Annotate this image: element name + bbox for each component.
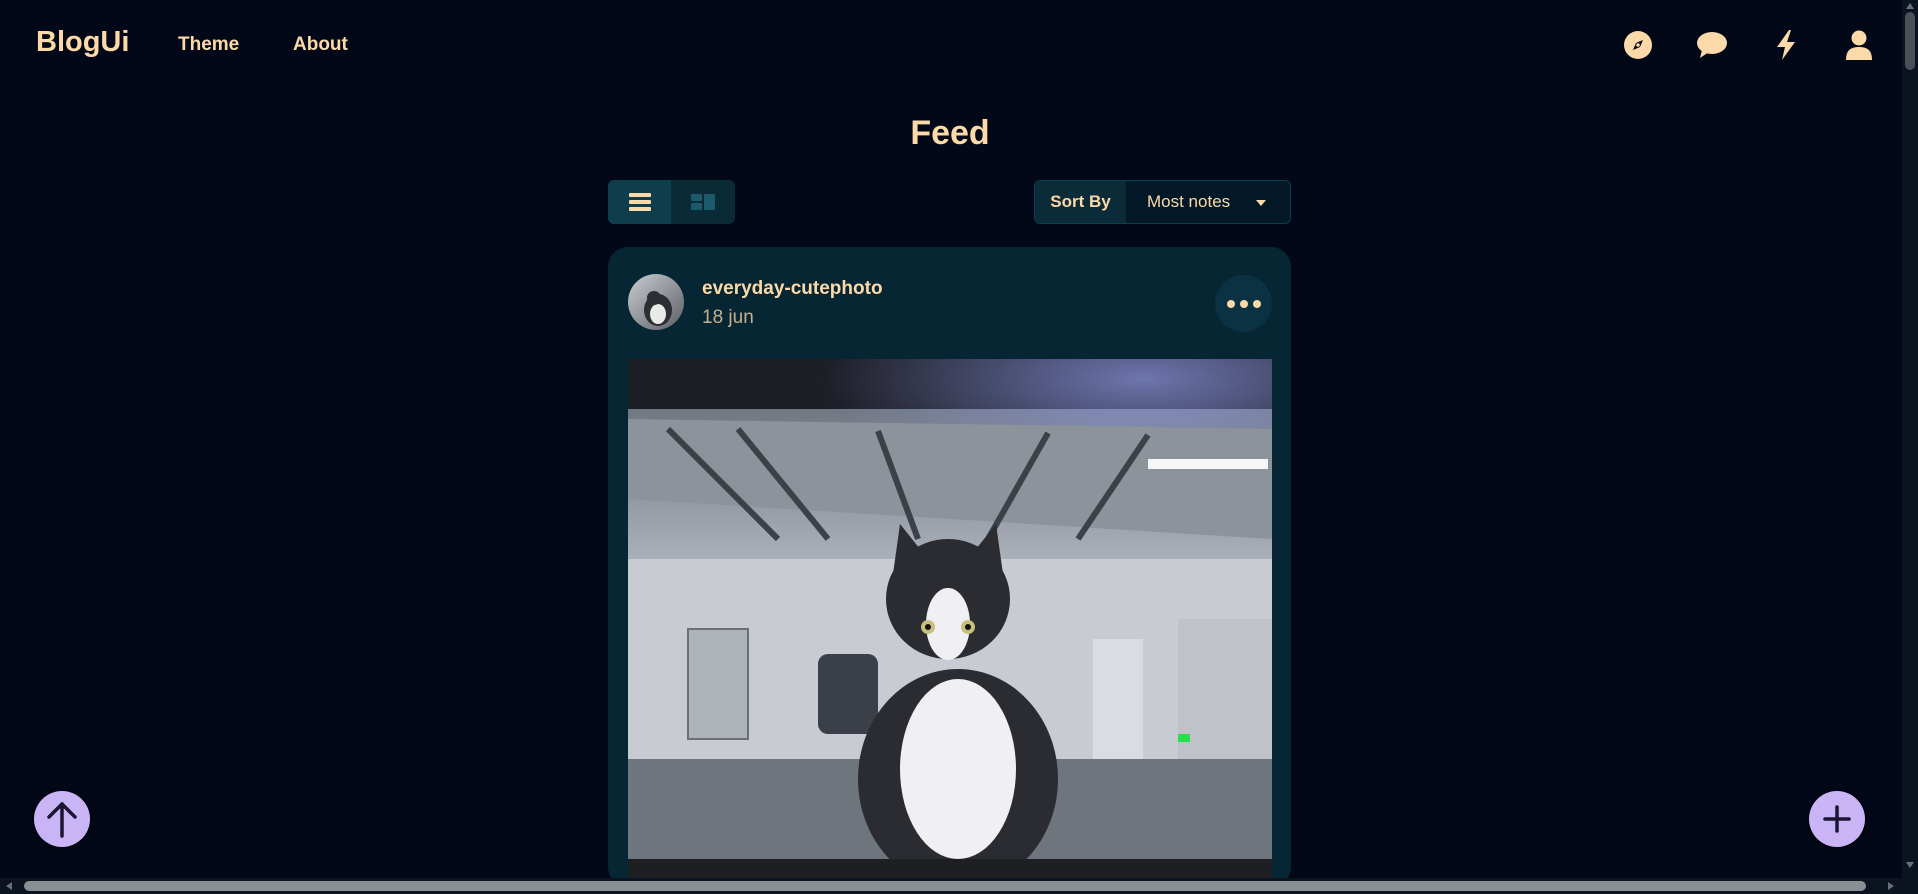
list-view-icon: [628, 193, 651, 211]
brand-logo[interactable]: BlogUi: [36, 26, 129, 59]
grid-view-button[interactable]: [671, 180, 734, 224]
page-title: Feed: [910, 114, 990, 152]
vertical-scrollbar[interactable]: [1902, 0, 1918, 894]
sort-control: Sort By Most notes: [1034, 180, 1291, 224]
sort-label: Sort By: [1035, 181, 1126, 223]
avatar[interactable]: [628, 274, 684, 330]
compass-icon[interactable]: [1619, 26, 1657, 64]
lightning-icon[interactable]: [1767, 26, 1805, 64]
chat-icon[interactable]: [1693, 26, 1731, 64]
post-image: [628, 359, 1272, 887]
scroll-up-arrow-icon[interactable]: [1906, 3, 1914, 9]
post-date: 18 jun: [702, 307, 754, 328]
view-toggle: [608, 180, 735, 224]
post-username[interactable]: everyday-cutephoto: [702, 278, 883, 300]
scroll-left-arrow-icon[interactable]: [6, 882, 12, 890]
horizontal-scrollbar-thumb[interactable]: [24, 881, 1866, 891]
scroll-down-arrow-icon[interactable]: [1906, 862, 1914, 868]
sort-selected-value: Most notes: [1147, 192, 1231, 211]
arrow-up-icon: [47, 802, 77, 838]
chevron-down-icon: [1256, 200, 1266, 206]
user-icon[interactable]: [1840, 26, 1878, 64]
vertical-scrollbar-thumb[interactable]: [1905, 12, 1915, 70]
top-navbar: BlogUi Theme About: [0, 0, 1902, 92]
nav-theme-link[interactable]: Theme: [178, 34, 239, 56]
plus-icon: [1823, 805, 1851, 833]
grid-view-icon: [690, 194, 715, 210]
sort-select[interactable]: Most notes: [1126, 181, 1290, 223]
list-view-button[interactable]: [608, 180, 671, 224]
scroll-to-top-button[interactable]: [34, 791, 90, 847]
post-card: everyday-cutephoto 18 jun: [608, 247, 1291, 887]
more-icon: [1226, 299, 1261, 308]
more-options-button[interactable]: [1215, 275, 1272, 332]
scroll-right-arrow-icon[interactable]: [1888, 882, 1894, 890]
nav-about-link[interactable]: About: [293, 34, 348, 56]
create-post-button[interactable]: [1809, 791, 1865, 847]
